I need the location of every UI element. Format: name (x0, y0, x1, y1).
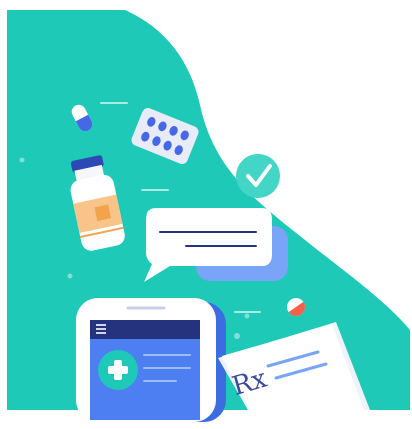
checkmark-badge-icon (236, 154, 280, 198)
medical-cross-icon (98, 350, 138, 390)
pharmacy-illustration: Rx (7, 10, 410, 422)
smartphone-icon (76, 298, 226, 422)
